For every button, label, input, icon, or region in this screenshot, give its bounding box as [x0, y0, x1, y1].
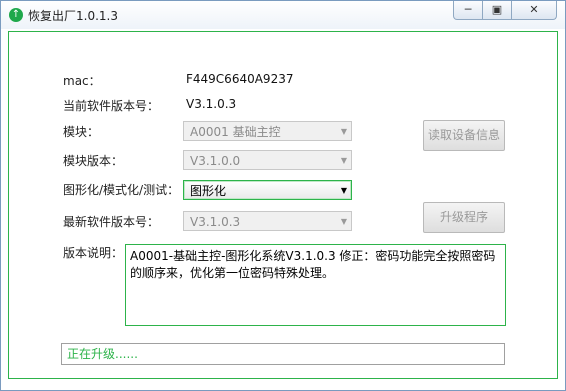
module-select[interactable]: A0001 基础主控 ▼ — [183, 121, 352, 141]
module-version-label: 模块版本： — [63, 154, 124, 168]
restore-button[interactable]: ▣ — [482, 1, 512, 20]
close-button[interactable]: ✕ — [511, 1, 557, 20]
window-title: 恢复出厂1.0.1.3 — [28, 9, 118, 23]
version-notes-textarea[interactable]: A0001-基础主控-图形化系统V3.1.0.3 修正：密码功能完全按照密码的顺… — [125, 244, 506, 326]
chevron-down-icon: ▼ — [340, 186, 347, 195]
main-panel: mac： F449C6640A9237 当前软件版本号： V3.1.0.3 模块… — [8, 31, 558, 379]
current-version-value: V3.1.0.3 — [186, 97, 237, 111]
module-select-value: A0001 基础主控 — [190, 125, 281, 139]
mode-select[interactable]: 图形化 ▼ — [183, 180, 352, 200]
notes-label: 版本说明： — [63, 246, 124, 260]
mode-select-value: 图形化 — [190, 184, 227, 198]
read-device-info-button[interactable]: 读取设备信息 — [423, 120, 505, 151]
app-refresh-icon: ↑ — [9, 8, 23, 22]
minimize-button[interactable]: ─ — [453, 1, 483, 20]
latest-version-select-value: V3.1.0.3 — [190, 215, 241, 229]
upgrade-button[interactable]: 升级程序 — [423, 202, 505, 233]
app-window: ↑ 恢复出厂1.0.1.3 ─ ▣ ✕ mac： F449C6640A9237 … — [0, 0, 566, 391]
mode-label: 图形化/模式化/测试： — [63, 183, 180, 197]
status-field: 正在升级...... — [61, 343, 505, 365]
module-version-select-value: V3.1.0.0 — [190, 154, 241, 168]
module-label: 模块： — [63, 125, 100, 139]
module-version-select[interactable]: V3.1.0.0 ▼ — [183, 150, 352, 170]
window-controls: ─ ▣ ✕ — [453, 1, 557, 20]
title-bar: ↑ 恢复出厂1.0.1.3 ─ ▣ ✕ — [1, 1, 565, 29]
mac-label: mac： — [63, 74, 101, 88]
latest-version-label: 最新软件版本号： — [63, 215, 160, 229]
current-version-label: 当前软件版本号： — [63, 99, 160, 113]
latest-version-select[interactable]: V3.1.0.3 ▼ — [183, 211, 352, 231]
mac-value: F449C6640A9237 — [186, 72, 294, 86]
chevron-down-icon: ▼ — [340, 156, 347, 165]
chevron-down-icon: ▼ — [340, 127, 347, 136]
chevron-down-icon: ▼ — [340, 217, 347, 226]
